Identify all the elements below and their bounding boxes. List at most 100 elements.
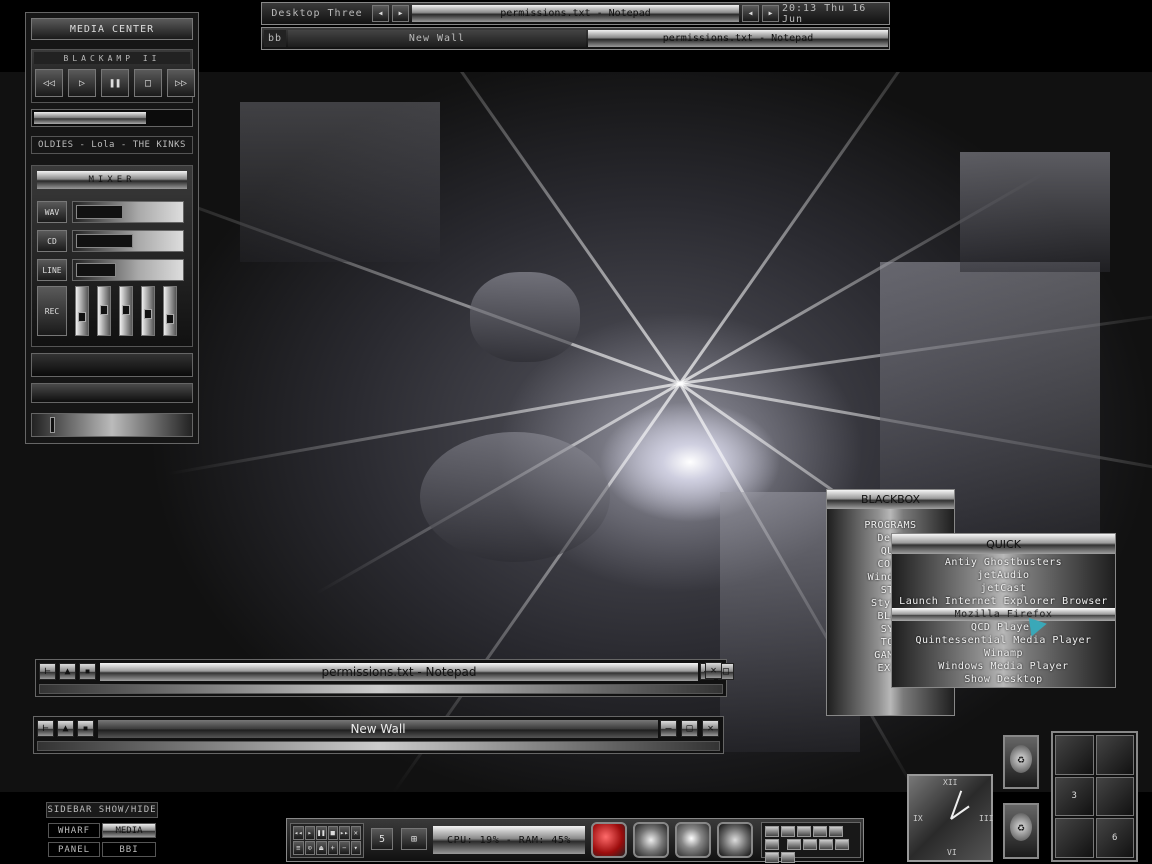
pause-icon[interactable]: ❚❚: [316, 826, 327, 840]
rec-button[interactable]: REC: [37, 286, 67, 336]
raise-button[interactable]: ▲: [59, 663, 76, 680]
eq-fader[interactable]: [75, 286, 89, 336]
volume-down-icon[interactable]: −: [339, 841, 350, 855]
pager-workspace[interactable]: [1055, 735, 1094, 775]
raise-button[interactable]: ▲: [57, 720, 74, 737]
window-menu-button[interactable]: ⊢: [39, 663, 56, 680]
mixer-channel-cd[interactable]: CD: [37, 230, 67, 252]
play-button[interactable]: ▷: [68, 69, 96, 97]
speaker-icon[interactable]: [633, 822, 669, 858]
quick-menu-item[interactable]: Mozilla Firefox: [892, 608, 1115, 621]
mixer-channel-line[interactable]: LINE: [37, 259, 67, 281]
eq-fader-knob[interactable]: [122, 305, 130, 315]
stick-button[interactable]: ▪: [77, 720, 94, 737]
rewind-icon[interactable]: ◂◂: [293, 826, 304, 840]
close-icon[interactable]: ✕: [350, 826, 361, 840]
mixer-level-slider[interactable]: [72, 259, 184, 281]
quick-menu-item[interactable]: Windows Media Player: [892, 660, 1115, 673]
quick-menu-item[interactable]: jetCast: [892, 582, 1115, 595]
volume-up-icon[interactable]: +: [327, 841, 338, 855]
play-icon[interactable]: ▸: [304, 826, 315, 840]
eq-fader-knob[interactable]: [166, 314, 174, 324]
volume-knob-icon[interactable]: [717, 822, 753, 858]
blackbox-menu-item[interactable]: PROGRAMS: [827, 519, 954, 532]
tray-icon[interactable]: [803, 839, 818, 850]
tray-icon[interactable]: [765, 826, 779, 837]
repeat-icon[interactable]: ⊙: [304, 841, 315, 855]
sidebar-toggle[interactable]: SIDEBAR SHOW/HIDE: [46, 802, 158, 818]
tray-icon[interactable]: [781, 826, 795, 837]
stick-button[interactable]: ▪: [79, 663, 96, 680]
tray-icon[interactable]: [781, 852, 795, 863]
minimize-button[interactable]: –: [660, 720, 677, 737]
quick-menu-item[interactable]: Launch Internet Explorer Browser: [892, 595, 1115, 608]
quick-menu-item[interactable]: Winamp: [892, 647, 1115, 660]
new-wall-window-title[interactable]: New Wall: [98, 720, 658, 738]
pager-workspace[interactable]: [1095, 735, 1134, 775]
tray-icon[interactable]: [765, 852, 779, 863]
tray-icon[interactable]: [787, 839, 802, 850]
next-window-button[interactable]: ▸: [762, 5, 779, 22]
next-button[interactable]: ▷▷: [167, 69, 195, 97]
quick-menu-item[interactable]: QCD Player: [892, 621, 1115, 634]
wharf-button[interactable]: WHARF: [48, 823, 100, 838]
pager-workspace[interactable]: 3: [1055, 776, 1094, 817]
workspace-number[interactable]: 5: [371, 828, 393, 850]
pager-workspace[interactable]: [1095, 776, 1134, 817]
forward-icon[interactable]: ▸▸: [339, 826, 350, 840]
disc-icon[interactable]: [675, 822, 711, 858]
tray-icon[interactable]: [797, 826, 811, 837]
mixer-channel-wav[interactable]: WAV: [37, 201, 67, 223]
quick-menu-item[interactable]: jetAudio: [892, 569, 1115, 582]
window-menu-button[interactable]: ⊢: [37, 720, 54, 737]
media-button[interactable]: MEDIA: [102, 823, 156, 838]
pause-button[interactable]: ❚❚: [101, 69, 129, 97]
notepad-handle-bar[interactable]: [39, 684, 723, 694]
tray-icon[interactable]: [765, 839, 779, 850]
eq-fader[interactable]: [163, 286, 177, 336]
recycle-bin-empty[interactable]: ♻: [1003, 803, 1039, 859]
close-button[interactable]: ✕: [705, 662, 722, 679]
eq-fader-knob[interactable]: [78, 312, 86, 323]
maximize-button[interactable]: □: [681, 720, 698, 737]
next-workspace-button[interactable]: ▸: [392, 5, 409, 22]
prev-window-button[interactable]: ◂: [742, 5, 759, 22]
tray-icon[interactable]: [819, 839, 834, 850]
eq-fader-knob[interactable]: [144, 308, 152, 319]
balance-knob[interactable]: [50, 417, 55, 433]
quick-menu-item[interactable]: Antiy Ghostbusters: [892, 556, 1115, 569]
tray-icon[interactable]: [829, 826, 843, 837]
eq-fader[interactable]: [141, 286, 155, 336]
track-progress-bar[interactable]: [31, 109, 193, 127]
workspace-grid-button[interactable]: ⊞: [401, 828, 427, 850]
tray-icon[interactable]: [813, 826, 827, 837]
mixer-level-slider[interactable]: [72, 230, 184, 252]
eject-icon[interactable]: ⏏: [316, 841, 327, 855]
notepad-window-title[interactable]: permissions.txt - Notepad: [100, 663, 698, 681]
balance-slider[interactable]: [31, 413, 193, 437]
bb-label[interactable]: bb: [264, 30, 286, 47]
quick-menu-item[interactable]: Quintessential Media Player: [892, 634, 1115, 647]
task-notepad[interactable]: permissions.txt - Notepad: [588, 30, 888, 47]
mixer-level-slider[interactable]: [72, 201, 184, 223]
quick-menu-item[interactable]: Show Desktop: [892, 673, 1115, 686]
bbi-button[interactable]: BBI: [102, 842, 156, 857]
workspace-label[interactable]: Desktop Three: [264, 5, 370, 22]
stop-icon[interactable]: ■: [327, 826, 338, 840]
close-button[interactable]: ✕: [702, 720, 719, 737]
panel-button[interactable]: PANEL: [48, 842, 100, 857]
tray-icon[interactable]: [835, 839, 850, 850]
previous-button[interactable]: ◁◁: [35, 69, 63, 97]
pager-workspace[interactable]: [1055, 818, 1094, 858]
stop-button[interactable]: □: [134, 69, 162, 97]
eq-fader[interactable]: [119, 286, 133, 336]
record-icon[interactable]: [591, 822, 627, 858]
pager-workspace[interactable]: 6: [1095, 818, 1134, 858]
shuffle-icon[interactable]: ≡: [293, 841, 304, 855]
task-new-wall[interactable]: New Wall: [288, 30, 586, 47]
recycle-bin-full[interactable]: ♻: [1003, 735, 1039, 789]
prev-workspace-button[interactable]: ◂: [372, 5, 389, 22]
eq-fader-knob[interactable]: [100, 305, 108, 315]
menu-icon[interactable]: ▾: [350, 841, 361, 855]
new-wall-handle-bar[interactable]: [37, 741, 720, 751]
